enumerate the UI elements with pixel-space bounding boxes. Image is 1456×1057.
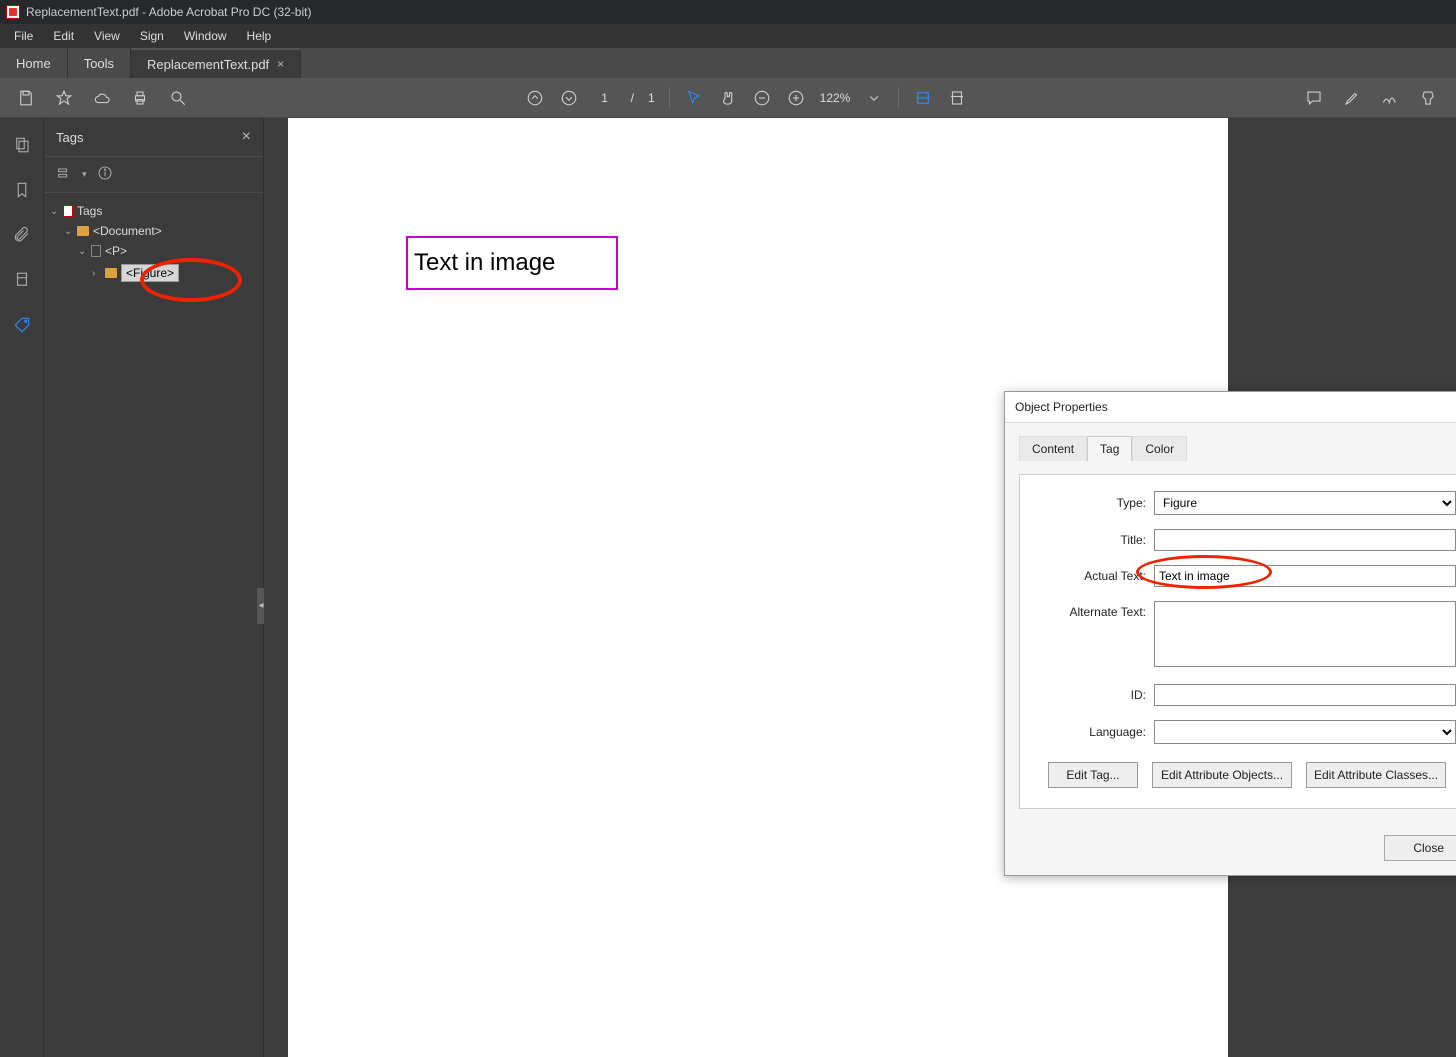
menu-window[interactable]: Window [176, 27, 235, 45]
dialog-tab-content[interactable]: Content [1019, 436, 1087, 461]
menu-view[interactable]: View [86, 27, 128, 45]
edit-attr-objects-button[interactable]: Edit Attribute Objects... [1152, 762, 1292, 788]
zoom-in-icon[interactable] [786, 88, 806, 108]
menu-edit[interactable]: Edit [45, 27, 82, 45]
menubar: File Edit View Sign Window Help [0, 24, 1456, 48]
label-title: Title: [1038, 533, 1154, 547]
menu-file[interactable]: File [6, 27, 41, 45]
tab-document[interactable]: ReplacementText.pdf × [131, 48, 301, 78]
label-alt: Alternate Text: [1038, 601, 1154, 619]
dialog-tabs: Content Tag Color [1019, 435, 1456, 460]
tags-panel-close-icon[interactable]: × [242, 128, 251, 146]
label-type: Type: [1038, 496, 1154, 510]
tags-panel: Tags × ▾ ⌄ Tags ⌄ <Document> ⌄ <P> › <Fi… [44, 118, 264, 1057]
doc-tabs: Home Tools ReplacementText.pdf × [0, 48, 1456, 78]
dialog-tab-tag[interactable]: Tag [1087, 436, 1132, 461]
search-icon[interactable] [168, 88, 188, 108]
fit-width-icon[interactable] [913, 88, 933, 108]
print-icon[interactable] [130, 88, 150, 108]
language-select[interactable] [1154, 720, 1456, 744]
comment-icon[interactable] [1304, 88, 1324, 108]
page-total: 1 [648, 91, 655, 105]
dialog-panel: Type: Figure Title: Actual Text: Alterna… [1019, 474, 1456, 809]
figure-box[interactable]: Text in image [406, 236, 618, 290]
page-number-input[interactable] [593, 91, 617, 105]
page-down-icon[interactable] [559, 88, 579, 108]
titlebar: ReplacementText.pdf - Adobe Acrobat Pro … [0, 0, 1456, 24]
app-icon [6, 5, 20, 19]
dialog-tab-tag-label: Tag [1100, 442, 1119, 456]
label-lang: Language: [1038, 725, 1154, 739]
dialog-tab-content-label: Content [1032, 442, 1074, 456]
star-icon[interactable] [54, 88, 74, 108]
edit-tag-button[interactable]: Edit Tag... [1048, 762, 1138, 788]
save-icon[interactable] [16, 88, 36, 108]
tree-p-label: <P> [105, 244, 127, 258]
tags-panel-title: Tags [56, 130, 83, 145]
thumbnails-icon[interactable] [13, 136, 31, 159]
tree-document[interactable]: ⌄ <Document> [50, 221, 257, 241]
label-id: ID: [1038, 688, 1154, 702]
tab-tools[interactable]: Tools [68, 48, 131, 78]
tab-document-close-icon[interactable]: × [277, 57, 284, 71]
toolbar-divider [669, 87, 670, 109]
edit-attr-obj-label: Edit Attribute Objects... [1161, 768, 1283, 782]
figure-text: Text in image [414, 249, 555, 277]
bookmarks-icon[interactable] [13, 181, 31, 204]
toolbar-divider-2 [898, 87, 899, 109]
id-input[interactable] [1154, 684, 1456, 706]
tree-root[interactable]: ⌄ Tags [50, 201, 257, 221]
page-sep: / [631, 91, 634, 105]
menu-sign[interactable]: Sign [132, 27, 172, 45]
alt-text-input[interactable] [1154, 601, 1456, 667]
annotation-circle-figure [140, 258, 242, 302]
chevron-down-icon[interactable] [864, 88, 884, 108]
attachments-icon[interactable] [13, 226, 31, 249]
highlight-icon[interactable] [1342, 88, 1362, 108]
arrow-cursor-icon[interactable] [684, 88, 704, 108]
edit-tag-label: Edit Tag... [1066, 768, 1119, 782]
tree-p[interactable]: ⌄ <P> [50, 241, 257, 261]
tree-root-label: Tags [77, 204, 102, 218]
label-actual: Actual Text: [1038, 569, 1154, 583]
tab-home[interactable]: Home [0, 48, 68, 78]
close-button[interactable]: Close [1384, 835, 1456, 861]
cloud-icon[interactable] [92, 88, 112, 108]
tab-home-label: Home [16, 56, 51, 71]
tags-info-icon[interactable] [97, 165, 113, 184]
window-title: ReplacementText.pdf - Adobe Acrobat Pro … [26, 5, 311, 19]
nav-rail [0, 118, 44, 1057]
tags-options-caret[interactable]: ▾ [82, 169, 87, 180]
object-properties-dialog: Object Properties ✕ Content Tag Color Ty… [1004, 391, 1456, 876]
document-view: Text in image Object Properties ✕ Conten… [264, 118, 1456, 1057]
menu-help[interactable]: Help [239, 27, 280, 45]
tags-options-icon[interactable] [56, 165, 72, 184]
edit-attr-cls-label: Edit Attribute Classes... [1314, 768, 1438, 782]
tags-icon[interactable] [13, 316, 31, 339]
dialog-tab-color[interactable]: Color [1132, 436, 1187, 461]
close-button-label: Close [1413, 841, 1444, 855]
stamp-icon[interactable] [1418, 88, 1438, 108]
fit-page-icon[interactable] [947, 88, 967, 108]
tab-document-label: ReplacementText.pdf [147, 57, 269, 72]
tab-tools-label: Tools [84, 56, 114, 71]
type-select[interactable]: Figure [1154, 491, 1456, 515]
toolbar: / 1 122% [0, 78, 1456, 118]
page-up-icon[interactable] [525, 88, 545, 108]
edit-attr-classes-button[interactable]: Edit Attribute Classes... [1306, 762, 1446, 788]
zoom-value[interactable]: 122% [820, 91, 851, 105]
dialog-title: Object Properties [1015, 400, 1108, 414]
layers-icon[interactable] [13, 271, 31, 294]
hand-icon[interactable] [718, 88, 738, 108]
signature-icon[interactable] [1380, 88, 1400, 108]
dialog-tab-color-label: Color [1145, 442, 1174, 456]
actual-text-input[interactable] [1154, 565, 1456, 587]
tree-document-label: <Document> [93, 224, 162, 238]
zoom-out-icon[interactable] [752, 88, 772, 108]
title-input[interactable] [1154, 529, 1456, 551]
